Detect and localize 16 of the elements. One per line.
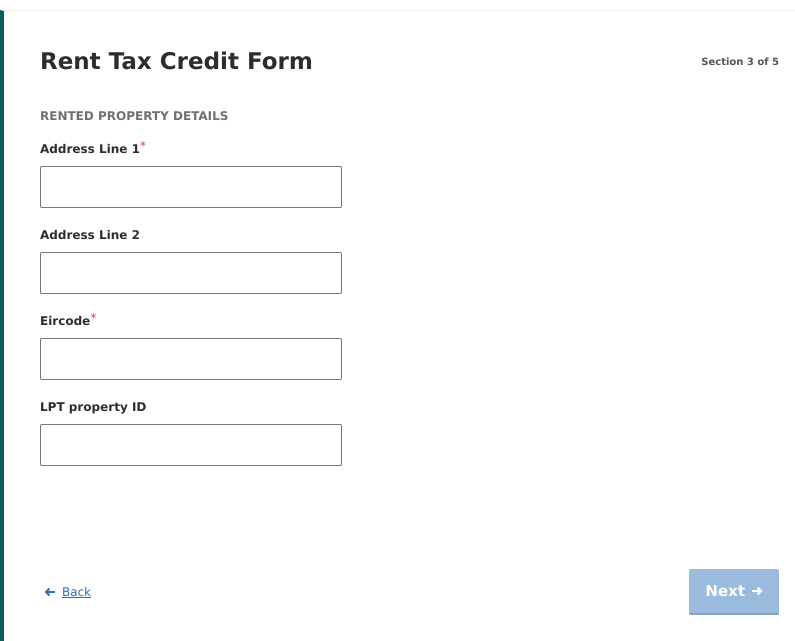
text-field[interactable] bbox=[40, 252, 342, 294]
field-label: Eircode bbox=[40, 312, 90, 330]
back-link[interactable]: Back bbox=[44, 583, 92, 601]
field-label: Address Line 1 bbox=[40, 140, 140, 158]
field-label: Address Line 2 bbox=[40, 226, 140, 244]
required-mark: * bbox=[90, 312, 96, 324]
field-label: LPT property ID bbox=[40, 398, 146, 416]
required-mark: * bbox=[140, 140, 146, 152]
text-field[interactable] bbox=[40, 338, 342, 380]
text-field[interactable] bbox=[40, 424, 342, 466]
text-field[interactable] bbox=[40, 166, 342, 208]
arrow-left-icon bbox=[44, 587, 56, 597]
form-title: Rent Tax Credit Form bbox=[40, 48, 313, 77]
arrow-right-icon bbox=[751, 586, 763, 596]
section-counter: Section 3 of 5 bbox=[701, 56, 779, 70]
section-heading: RENTED PROPERTY DETAILS bbox=[40, 108, 230, 124]
